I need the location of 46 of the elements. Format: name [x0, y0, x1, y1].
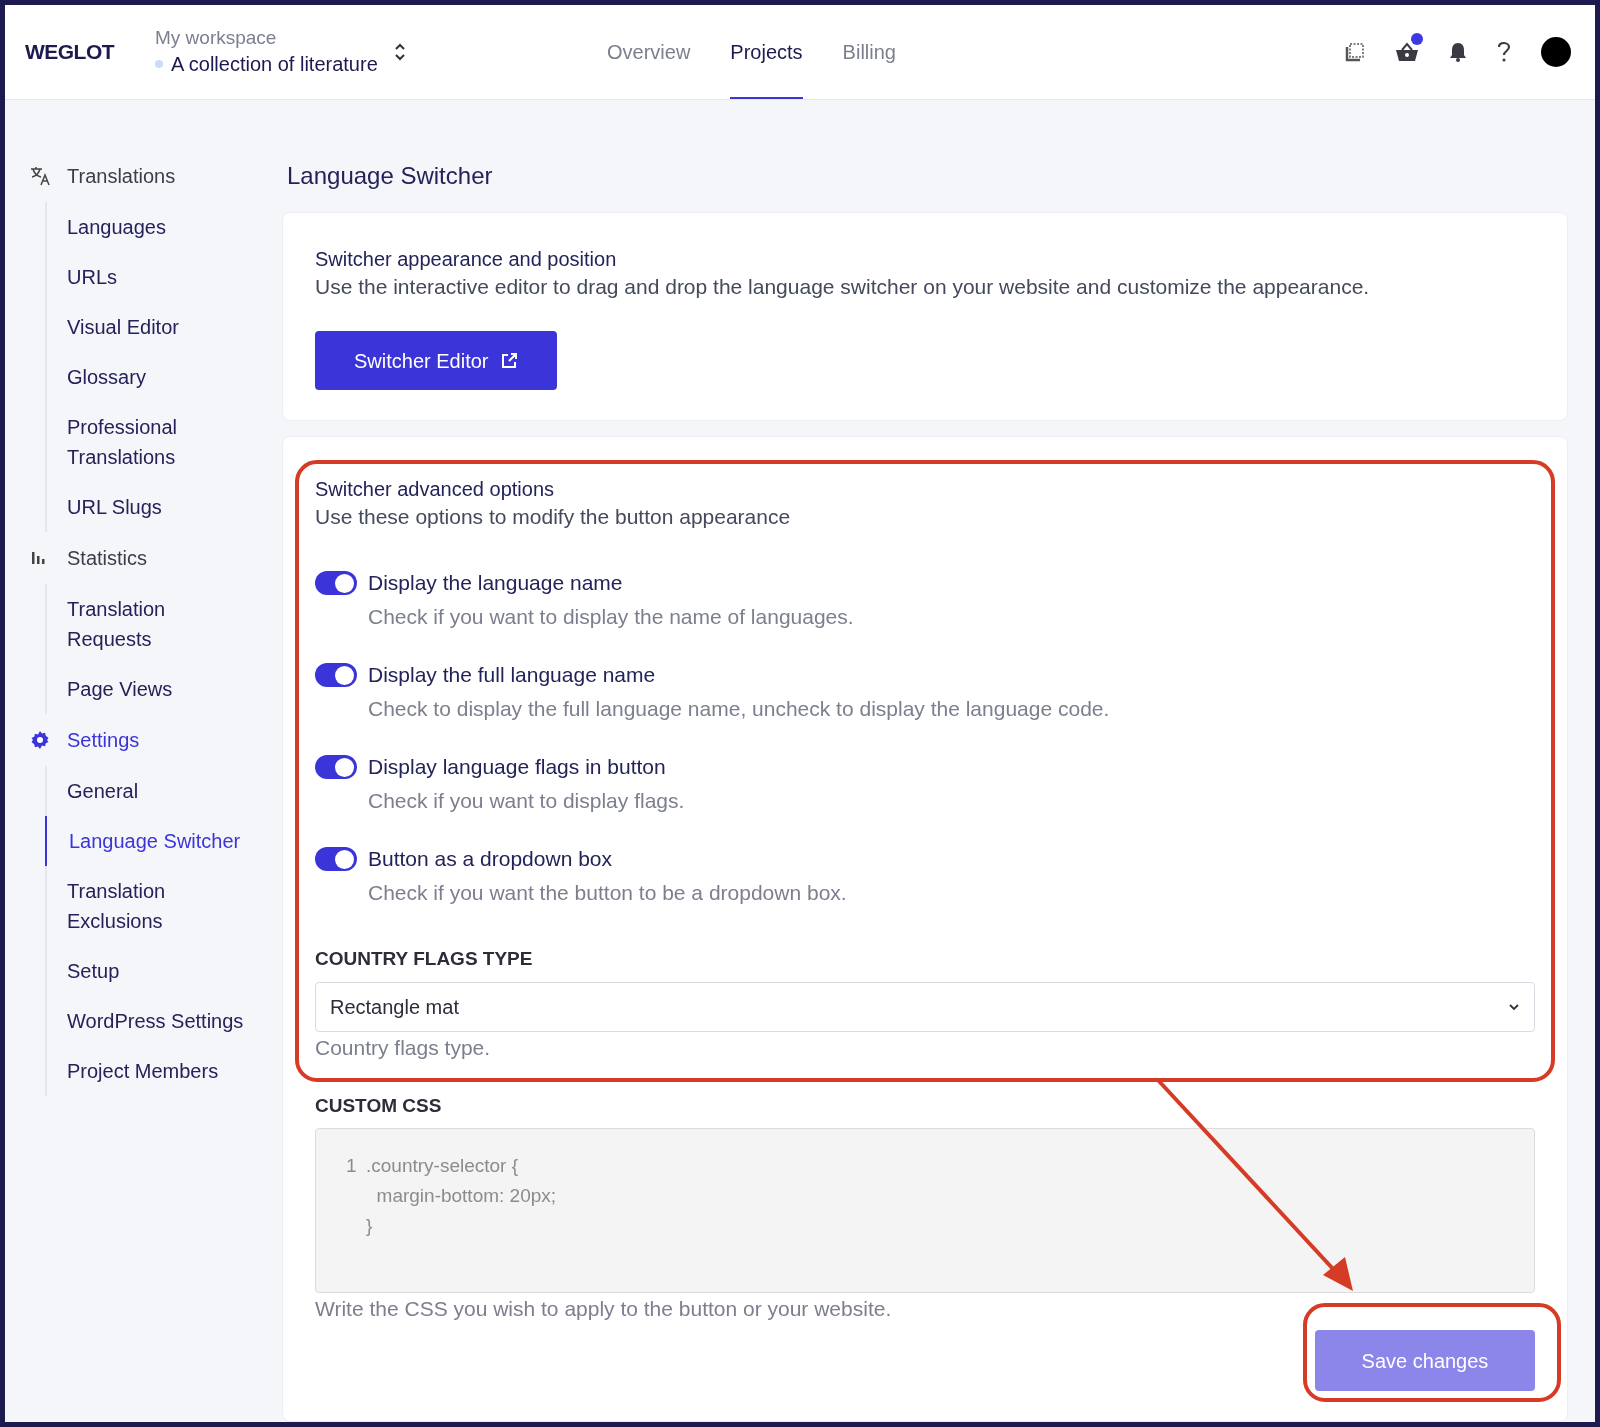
- toggle-label: Display the language name: [368, 570, 623, 596]
- code-line: margin-bottom: 20px;: [375, 1184, 557, 1208]
- toggle-hint: Check if you want the button to be a dropdown box.: [368, 880, 848, 906]
- sidebar-item[interactable]: WordPress Settings: [47, 996, 247, 1046]
- field-label: CUSTOM CSS: [315, 1093, 443, 1118]
- sidebar-section[interactable]: Translations: [67, 161, 176, 191]
- sidebar-item[interactable]: Translation Requests: [47, 584, 247, 664]
- field-label: COUNTRY FLAGS TYPE: [315, 947, 534, 971]
- switcher-editor-button[interactable]: Switcher Editor: [315, 331, 557, 390]
- field-hint: Country flags type.: [315, 1034, 492, 1061]
- line-number: 1: [346, 1154, 358, 1178]
- workspace-label: My workspace: [155, 26, 278, 50]
- sidebar-section[interactable]: Statistics: [67, 543, 148, 573]
- card-title: Switcher appearance and position: [315, 247, 617, 272]
- card-title: Switcher advanced options: [315, 477, 556, 502]
- sidebar-item[interactable]: Visual Editor: [47, 302, 247, 352]
- sidebar-item[interactable]: Language Switcher: [45, 816, 275, 866]
- toggle-label: Display language flags in button: [368, 754, 666, 780]
- code-line: }: [366, 1214, 373, 1238]
- logo[interactable]: WEGLOT: [25, 36, 155, 68]
- sidebar-item[interactable]: Glossary: [47, 352, 247, 402]
- toggle-hint: Check if you want to display flags.: [368, 788, 686, 814]
- sidebar-item[interactable]: Professional Translations: [47, 402, 247, 482]
- card-description: Use the interactive editor to drag and drop the language switcher on your website and customize the appearance.: [315, 274, 1370, 300]
- sidebar-item[interactable]: Page Views: [47, 664, 247, 714]
- sidebar-item[interactable]: General: [47, 766, 247, 816]
- code-line: .country-selector {: [366, 1154, 519, 1178]
- sidebar-item[interactable]: Setup: [47, 946, 247, 996]
- sidebar-item[interactable]: Project Members: [47, 1046, 247, 1096]
- toggle-hint: Check if you want to display the name of languages.: [368, 604, 855, 630]
- project-name[interactable]: A collection of literature: [171, 50, 378, 78]
- sidebar-item[interactable]: URLs: [47, 252, 247, 302]
- card-description: Use these options to modify the button appearance: [315, 504, 792, 530]
- flags-type-select[interactable]: Rectangle mat: [315, 981, 1535, 1032]
- toggle-label: Button as a dropdown box: [368, 846, 612, 872]
- toggle-label: Display the full language name: [368, 662, 656, 688]
- nav-tab[interactable]: Overview: [607, 5, 691, 99]
- sidebar-item[interactable]: Languages: [47, 202, 247, 252]
- nav-tab[interactable]: Billing: [842, 5, 896, 99]
- sidebar-section[interactable]: Settings: [67, 725, 140, 755]
- nav-tab[interactable]: Projects: [730, 5, 803, 99]
- field-hint: Write the CSS you wish to apply to the button or your website.: [315, 1296, 893, 1322]
- toggle-hint: Check to display the full language name, uncheck to display the language code.: [368, 696, 1111, 722]
- sidebar-item[interactable]: Translation Exclusions: [47, 866, 247, 946]
- sidebar-item[interactable]: URL Slugs: [47, 482, 247, 532]
- page-title: Language Switcher: [287, 161, 494, 191]
